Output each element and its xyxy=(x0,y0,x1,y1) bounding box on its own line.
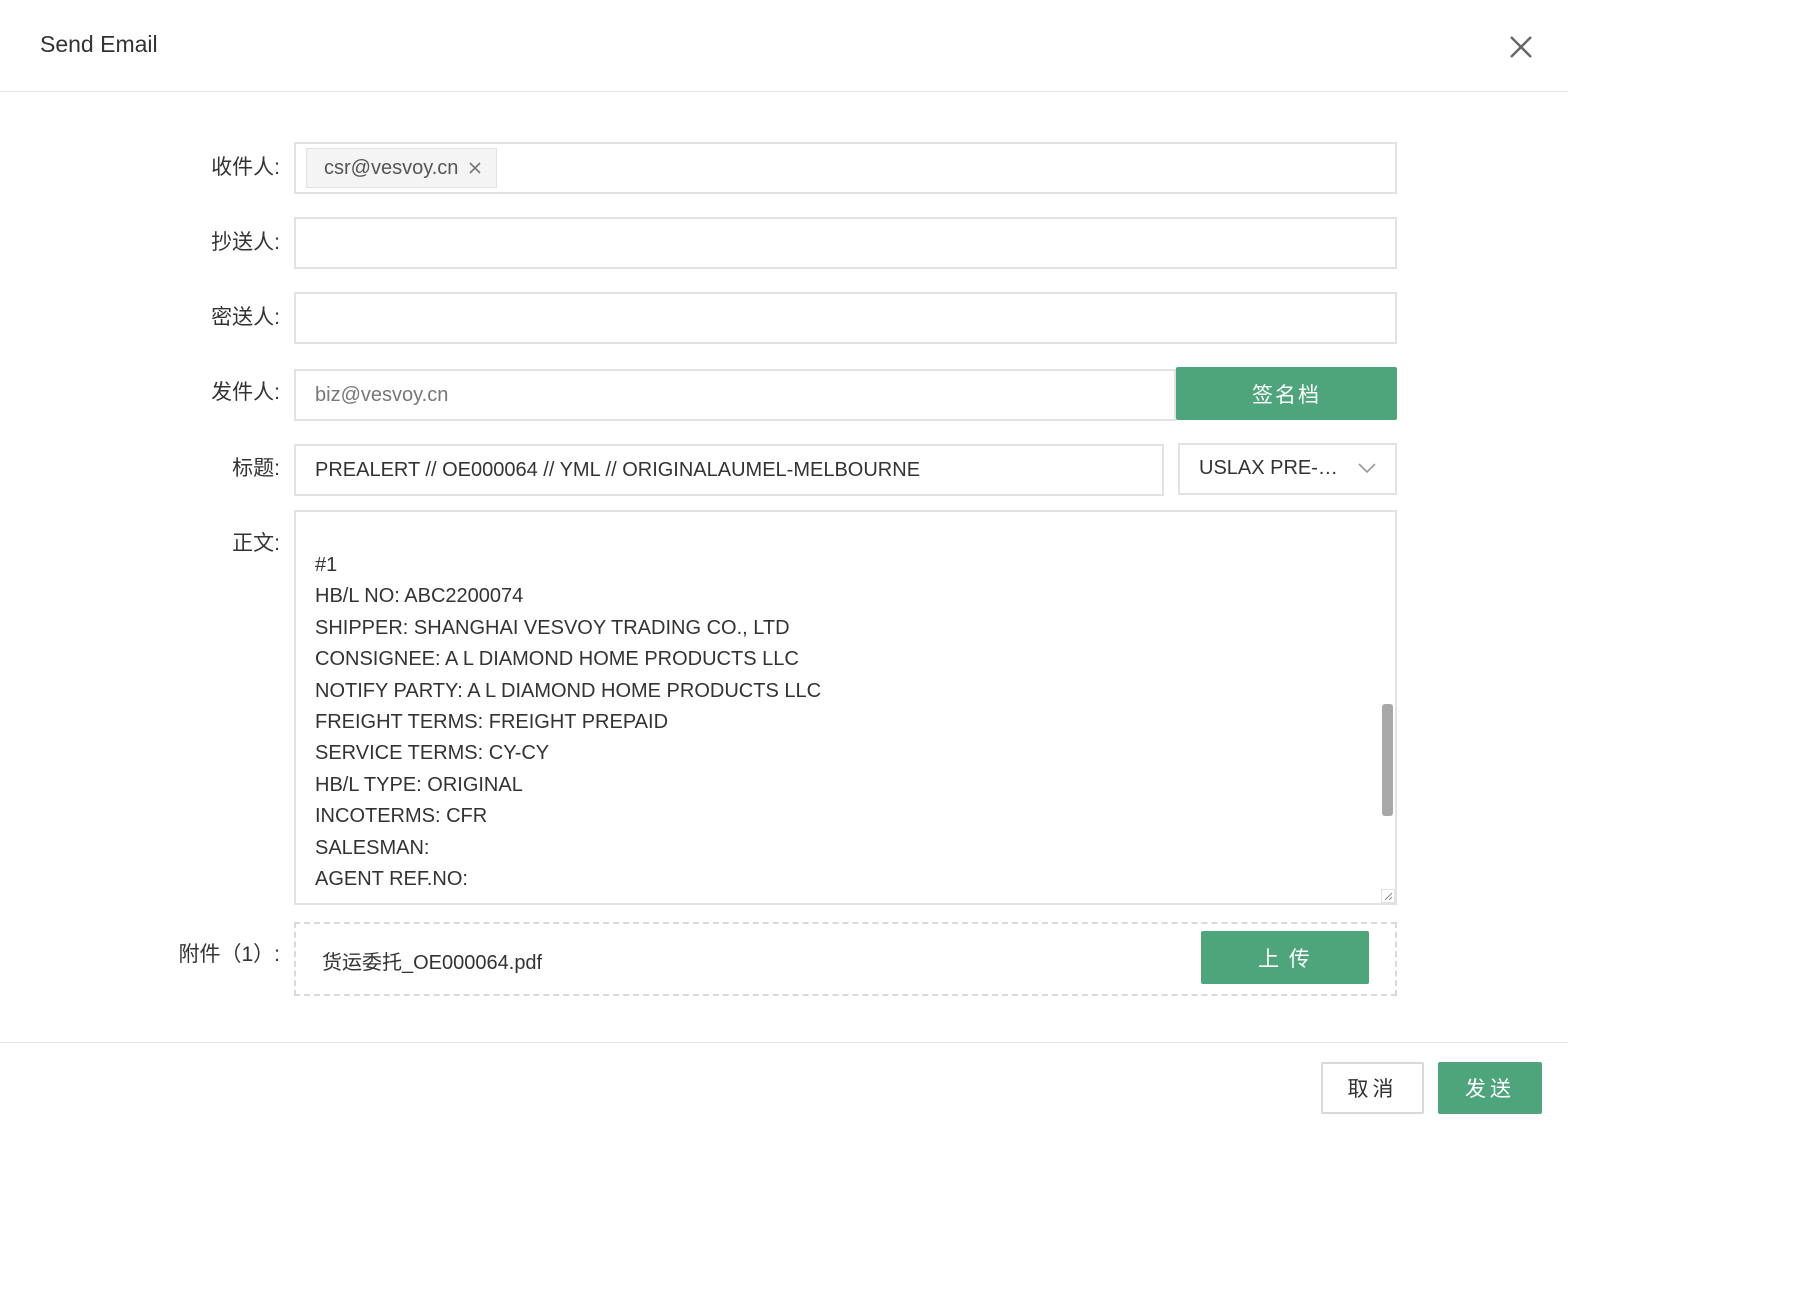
body-scrollbar[interactable] xyxy=(1382,704,1393,816)
template-select-value: USLAX PRE-… xyxy=(1199,457,1338,479)
cc-label: 抄送人: xyxy=(211,231,280,254)
cancel-button[interactable]: 取消 xyxy=(1321,1062,1424,1114)
resize-handle-icon[interactable] xyxy=(1381,889,1395,903)
chevron-down-icon xyxy=(1357,461,1377,480)
body-line: HB/L NO: ABC2200074 xyxy=(315,585,524,608)
template-select[interactable]: USLAX PRE-… xyxy=(1178,443,1397,495)
close-icon[interactable] xyxy=(1502,28,1540,66)
subject-label: 标题: xyxy=(232,457,280,480)
bcc-input[interactable] xyxy=(294,292,1397,344)
from-label: 发件人: xyxy=(211,381,280,404)
from-input xyxy=(294,369,1176,421)
body-line: CONSIGNEE: A L DIAMOND HOME PRODUCTS LLC xyxy=(315,648,799,671)
cc-input[interactable] xyxy=(294,217,1397,269)
send-button[interactable]: 发送 xyxy=(1438,1062,1542,1114)
dialog-header: Send Email xyxy=(0,0,1568,92)
body-line: NOTIFY PARTY: A L DIAMOND HOME PRODUCTS … xyxy=(315,679,822,702)
subject-input[interactable] xyxy=(294,444,1164,496)
attachments-label: 附件（1）: xyxy=(178,943,280,966)
body-line: INCOTERMS: CFR xyxy=(315,805,488,828)
bcc-label: 密送人: xyxy=(211,306,280,329)
body-textarea[interactable]: #1 HB/L NO: ABC2200074 SHIPPER: SHANGHAI… xyxy=(294,510,1397,905)
recipient-tag: csr@vesvoy.cn xyxy=(306,148,498,188)
signature-button[interactable]: 签名档 xyxy=(1176,367,1397,420)
body-line: SERVICE TERMS: CY-CY xyxy=(315,742,550,765)
attachment-file-link[interactable]: 货运委托_OE000064.pdf xyxy=(322,946,542,975)
dialog-title: Send Email xyxy=(40,31,158,57)
body-line: SHIPPER: SHANGHAI VESVOY TRADING CO., LT… xyxy=(315,616,790,639)
body-line: AGENT REF.NO: xyxy=(315,868,468,891)
body-line: #1 xyxy=(315,554,338,576)
body-line: SALESMAN: xyxy=(315,836,430,859)
body-label: 正文: xyxy=(232,532,280,555)
to-label: 收件人: xyxy=(211,156,280,179)
recipient-tag-text: csr@vesvoy.cn xyxy=(324,156,459,179)
remove-tag-icon[interactable] xyxy=(468,161,482,175)
upload-button[interactable]: 上 传 xyxy=(1201,931,1369,984)
to-field[interactable]: csr@vesvoy.cn xyxy=(294,142,1397,194)
body-line: HB/L TYPE: ORIGINAL xyxy=(315,773,523,796)
body-content: #1 HB/L NO: ABC2200074 SHIPPER: SHANGHAI… xyxy=(315,550,821,895)
body-line: FREIGHT TERMS: FREIGHT PREPAID xyxy=(315,711,669,734)
